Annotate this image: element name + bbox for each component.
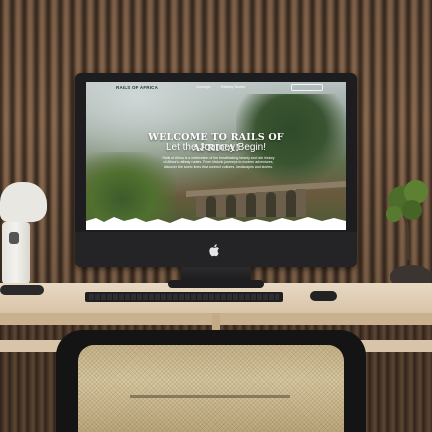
nav-link-railway-stories[interactable]: Railway Stories [221,85,245,89]
nav-search-box[interactable] [291,84,323,91]
monitor-stand-base [168,280,264,288]
nav-link-journeys[interactable]: Journeys [196,85,210,89]
desk-lamp-switch [9,232,19,244]
office-chair-backrest [78,345,344,432]
hero-subtitle: Let the Journey Begin! [165,142,267,153]
stone-viaduct [186,181,346,217]
monitor-screen: RAILS OF AFRICA Journeys Railway Stories… [86,82,346,230]
torn-paper-edge [86,217,346,230]
desk-lamp-base [0,285,44,295]
mouse [310,291,337,301]
site-navbar: RAILS OF AFRICA Journeys Railway Stories [86,82,346,92]
bonsai-plant [386,180,428,260]
hero-body-text: Rails of Africa is a celebration of the … [162,156,275,169]
desk-lamp-shade [0,182,47,222]
apple-logo-icon [209,244,219,257]
chair-strap [130,395,290,398]
keyboard-keys [89,294,279,300]
site-logo[interactable]: RAILS OF AFRICA [116,85,158,90]
